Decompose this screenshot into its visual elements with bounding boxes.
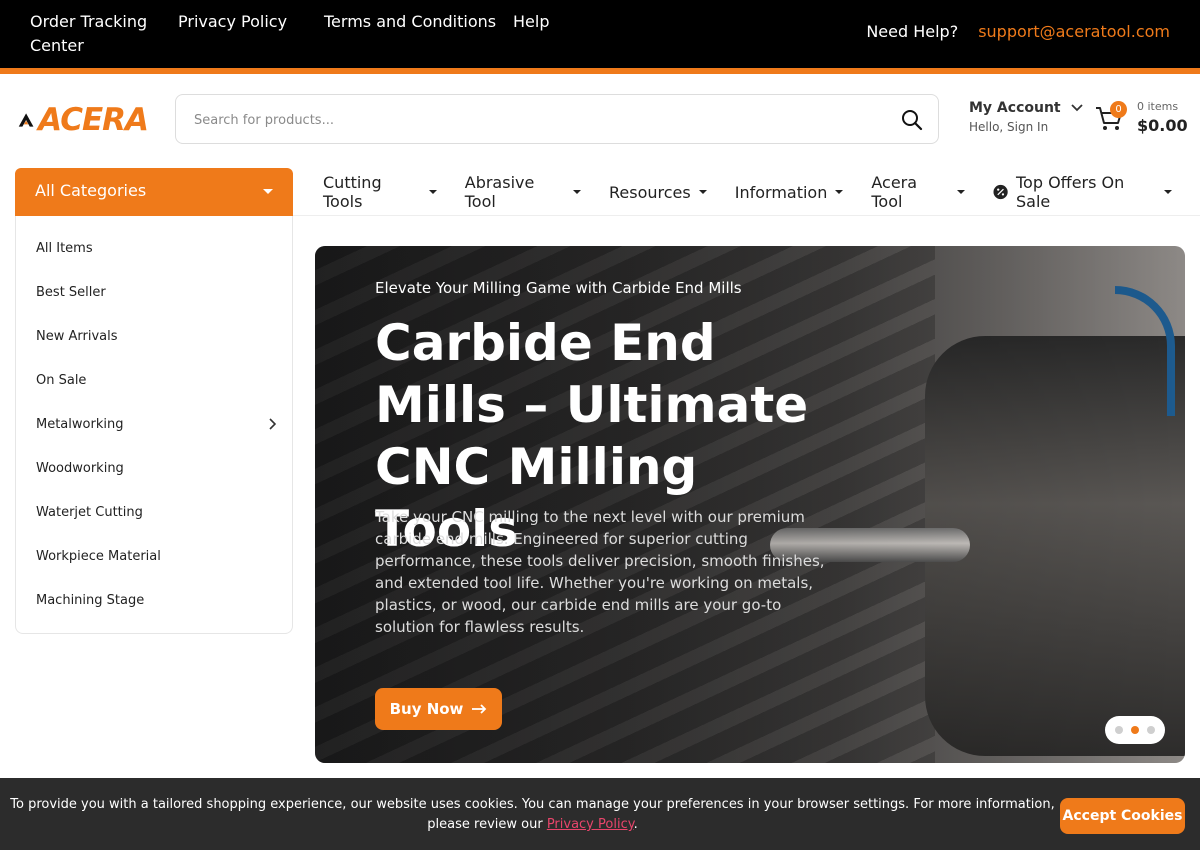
sidebar-item-metalworking[interactable]: Metalworking bbox=[36, 412, 276, 436]
caret-down-icon bbox=[263, 189, 273, 194]
help-contact: Need Help? support@aceratool.com bbox=[866, 22, 1170, 41]
cart-count-badge: 0 bbox=[1110, 101, 1127, 118]
sidebar-item-label: Workpiece Material bbox=[36, 548, 161, 564]
cookie-privacy-link[interactable]: Privacy Policy bbox=[547, 817, 634, 832]
site-logo[interactable]: ACERA bbox=[18, 100, 149, 140]
account-title: My Account bbox=[969, 100, 1061, 116]
buy-now-button[interactable]: Buy Now bbox=[375, 688, 502, 730]
all-categories-button[interactable]: All Categories bbox=[15, 168, 293, 216]
sidebar-item-label: Machining Stage bbox=[36, 592, 145, 608]
sidebar-item-label: New Arrivals bbox=[36, 328, 118, 344]
hero-banner: Elevate Your Milling Game with Carbide E… bbox=[315, 246, 1185, 763]
support-email-link[interactable]: support@aceratool.com bbox=[978, 22, 1170, 41]
nav-item-abrasive-tool[interactable]: Abrasive Tool bbox=[465, 173, 582, 211]
cookie-consent-bar: To provide you with a tailored shopping … bbox=[0, 778, 1200, 850]
nav-label: Cutting Tools bbox=[323, 173, 382, 211]
nav-label: Top Offers On Sale bbox=[1015, 173, 1125, 211]
top-links: Order Tracking Center Privacy Policy Ter… bbox=[30, 10, 549, 58]
logo-mark-icon bbox=[18, 113, 34, 127]
cart-items-count: 0 items bbox=[1137, 100, 1179, 113]
order-tracking-link[interactable]: Order Tracking Center bbox=[30, 10, 178, 58]
caret-down-icon bbox=[835, 190, 844, 194]
category-sidebar: All Items Best Seller New Arrivals On Sa… bbox=[15, 216, 293, 634]
caret-down-icon bbox=[428, 190, 437, 194]
sidebar-item-waterjet-cutting[interactable]: Waterjet Cutting bbox=[36, 500, 276, 524]
slide-dot-1[interactable] bbox=[1115, 726, 1123, 734]
arrow-right-icon bbox=[472, 704, 487, 714]
top-bar: Order Tracking Center Privacy Policy Ter… bbox=[0, 0, 1200, 68]
cookie-text-end: . bbox=[633, 817, 638, 832]
cart-total: $0.00 bbox=[1137, 116, 1188, 135]
caret-down-icon bbox=[1164, 190, 1172, 194]
chevron-right-icon bbox=[269, 418, 276, 430]
slider-pagination bbox=[1105, 716, 1165, 744]
sidebar-item-new-arrivals[interactable]: New Arrivals bbox=[36, 324, 276, 348]
cookie-text: To provide you with a tailored shopping … bbox=[10, 797, 1055, 832]
sidebar-item-label: Best Seller bbox=[36, 284, 106, 300]
cart-button[interactable]: 0 bbox=[1094, 101, 1128, 135]
search-input[interactable] bbox=[194, 107, 874, 133]
cart-summary[interactable]: 0 items $0.00 bbox=[1137, 100, 1188, 135]
accept-cookies-button[interactable]: Accept Cookies bbox=[1060, 798, 1185, 834]
slide-dot-2[interactable] bbox=[1131, 726, 1139, 734]
discount-badge-icon bbox=[993, 184, 1008, 200]
nav-item-acera-tool[interactable]: Acera Tool bbox=[871, 173, 965, 211]
sidebar-item-label: Woodworking bbox=[36, 460, 124, 476]
nav-item-top-offers[interactable]: Top Offers On Sale bbox=[993, 173, 1172, 211]
chevron-down-icon bbox=[1070, 104, 1083, 112]
help-link[interactable]: Help bbox=[513, 10, 549, 58]
nav-label: Information bbox=[734, 182, 828, 202]
logo-text: ACERA bbox=[38, 102, 149, 138]
nav-label: Resources bbox=[609, 182, 691, 202]
accent-divider bbox=[0, 68, 1200, 74]
nav-item-information[interactable]: Information bbox=[735, 180, 844, 204]
account-menu[interactable]: My Account Hello, Sign In bbox=[969, 100, 1083, 134]
need-help-label: Need Help? bbox=[866, 22, 959, 41]
terms-link[interactable]: Terms and Conditions bbox=[324, 10, 513, 58]
sidebar-item-on-sale[interactable]: On Sale bbox=[36, 368, 276, 392]
nav-label: Abrasive Tool bbox=[464, 173, 535, 211]
sidebar-item-label: Waterjet Cutting bbox=[36, 504, 143, 520]
cookie-message: To provide you with a tailored shopping … bbox=[10, 795, 1055, 835]
caret-down-icon bbox=[573, 190, 582, 194]
caret-down-icon bbox=[956, 190, 965, 194]
slide-dot-3[interactable] bbox=[1147, 726, 1155, 734]
sidebar-item-all-items[interactable]: All Items bbox=[36, 236, 276, 260]
sidebar-item-woodworking[interactable]: Woodworking bbox=[36, 456, 276, 480]
nav-item-cutting-tools[interactable]: Cutting Tools bbox=[323, 173, 437, 211]
search-icon[interactable] bbox=[900, 108, 924, 132]
sidebar-item-best-seller[interactable]: Best Seller bbox=[36, 280, 276, 304]
all-categories-label: All Categories bbox=[35, 181, 147, 200]
nav-divider bbox=[293, 215, 1200, 216]
caret-down-icon bbox=[698, 190, 707, 194]
main-nav: Cutting Tools Abrasive Tool Resources In… bbox=[323, 173, 1200, 211]
hero-kicker: Elevate Your Milling Game with Carbide E… bbox=[375, 279, 742, 297]
privacy-policy-link[interactable]: Privacy Policy bbox=[178, 10, 324, 58]
nav-label: Acera Tool bbox=[871, 173, 918, 211]
sidebar-item-label: All Items bbox=[36, 240, 93, 256]
sidebar-item-machining-stage[interactable]: Machining Stage bbox=[36, 588, 276, 612]
nav-item-resources[interactable]: Resources bbox=[609, 180, 707, 204]
sign-in-label: Hello, Sign In bbox=[969, 120, 1049, 134]
sidebar-item-label: On Sale bbox=[36, 372, 87, 388]
search-box bbox=[175, 94, 939, 144]
sidebar-item-workpiece-material[interactable]: Workpiece Material bbox=[36, 544, 276, 568]
buy-now-label: Buy Now bbox=[389, 700, 464, 718]
sidebar-item-label: Metalworking bbox=[36, 416, 124, 432]
hero-description: Take your CNC milling to the next level … bbox=[375, 508, 825, 636]
